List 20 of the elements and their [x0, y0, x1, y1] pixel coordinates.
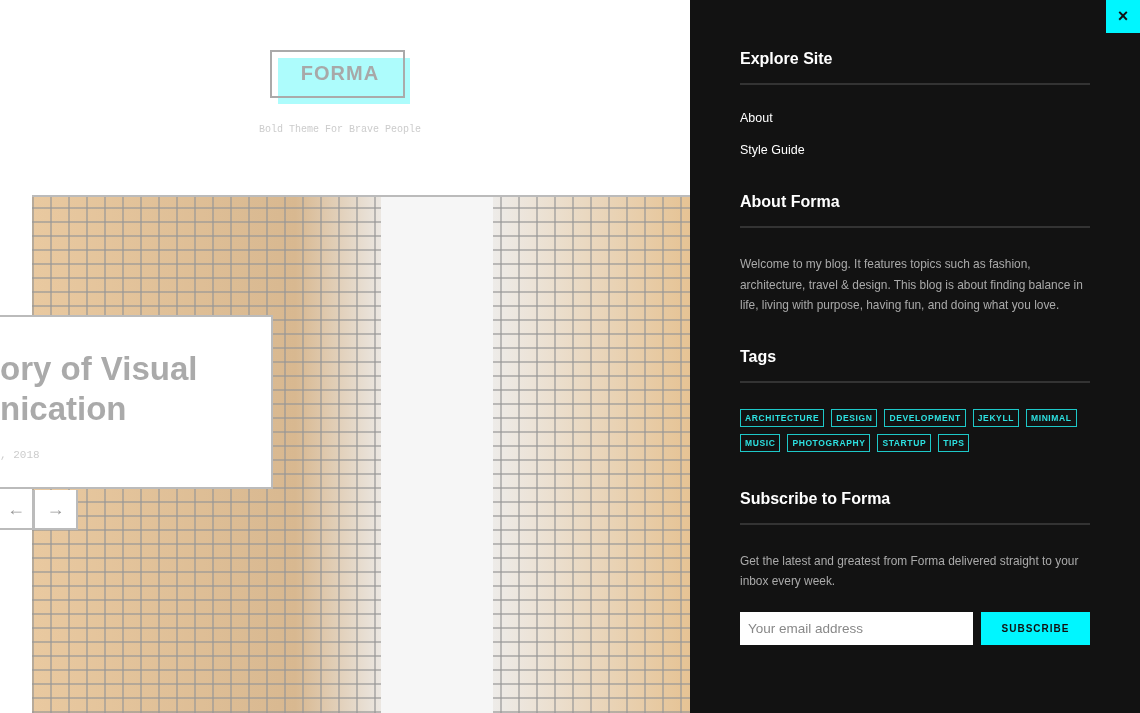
nav-link[interactable]: Style Guide — [740, 141, 805, 159]
tag-link[interactable]: ARCHITECTURE — [740, 408, 825, 427]
tag-link[interactable]: TIPS — [938, 433, 970, 452]
tag-link[interactable]: PHOTOGRAPHY — [787, 433, 871, 452]
section-heading: Tags — [740, 346, 778, 367]
tag-link[interactable]: MINIMAL — [1026, 408, 1077, 427]
subscribe-text: Get the latest and greatest from Forma delivered straight to your inbox every week. — [740, 552, 1080, 590]
tag-link[interactable]: STARTUP — [877, 433, 932, 452]
tag-link[interactable]: MUSIC — [740, 433, 781, 452]
section-heading: Subscribe to Forma — [740, 488, 892, 509]
tag-link[interactable]: JEKYLL — [972, 408, 1019, 427]
subscribe-button[interactable]: SUBSCRIBE — [981, 611, 1090, 645]
about-text: Welcome to my blog. It features topics such as fashion, architecture, travel & design. This blog is about finding balance in life, living with purpose, having fun, and doing what you love. — [740, 256, 1084, 314]
section-heading: About Forma — [740, 192, 841, 212]
section-heading: Explore Site — [740, 49, 834, 69]
email-field[interactable]: Your email address — [740, 611, 973, 645]
close-button[interactable]: × — [1106, 0, 1140, 33]
nav-link[interactable]: About — [740, 109, 773, 127]
tag-link[interactable]: DESIGN — [831, 408, 878, 427]
tag-link[interactable]: DEVELOPMENT — [884, 408, 966, 427]
